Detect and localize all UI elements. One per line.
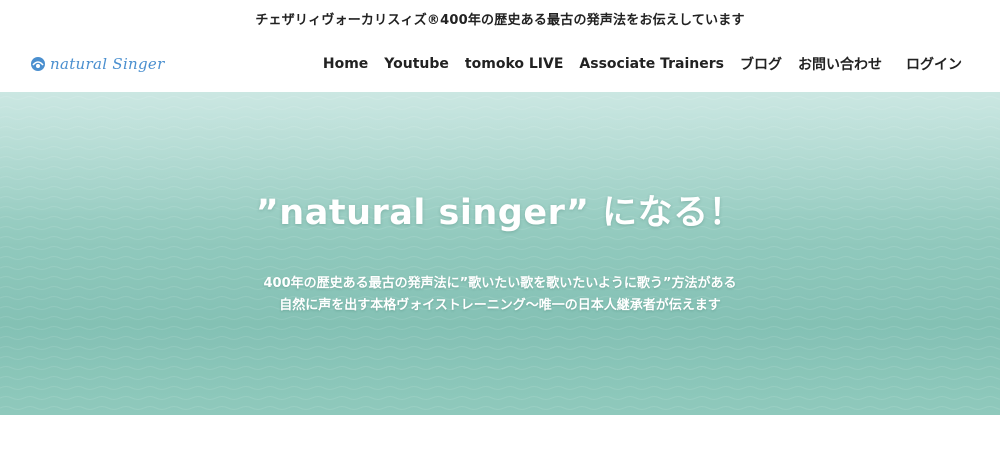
site-logo[interactable]: natural Singer [30,55,165,73]
hero-subtitle: 400年の歴史ある最古の発声法に”歌いたい歌を歌いたいように歌う”方法がある 自… [264,273,737,317]
hero-subtitle-line-1: 400年の歴史ある最古の発声法に”歌いたい歌を歌いたいように歌う”方法がある [263,276,737,291]
nav-contact[interactable]: お問い合わせ [798,54,882,74]
hero-subtitle-line-2: 自然に声を出す本格ヴォイストレーニング〜唯一の日本人継承者が伝えます [279,298,721,313]
logo-icon [31,57,45,71]
main-nav: Home Youtube tomoko LIVE Associate Train… [307,54,962,74]
logo-text: natural Singer [50,55,165,73]
hero-title: ”natural singer” になる！ [255,193,745,233]
announcement-text: チェザリィヴォーカリスィズ®400年の歴史ある最古の発声法をお伝えしています [255,12,745,28]
hero-section: ”natural singer” になる！ 400年の歴史ある最古の発声法に”歌… [0,92,1000,415]
site-header: natural Singer Home Youtube tomoko LIVE … [0,36,1000,92]
nav-associate-trainers[interactable]: Associate Trainers [579,56,724,72]
nav-login[interactable]: ログイン [906,54,962,74]
announcement-bar: チェザリィヴォーカリスィズ®400年の歴史ある最古の発声法をお伝えしています [0,0,1000,36]
nav-youtube[interactable]: Youtube [384,56,449,72]
hero-content: ”natural singer” になる！ 400年の歴史ある最古の発声法に”歌… [0,92,1000,415]
below-hero-area [0,415,1000,469]
nav-home[interactable]: Home [323,56,368,72]
nav-tomoko-live[interactable]: tomoko LIVE [465,56,563,72]
nav-blog[interactable]: ブログ [740,54,782,74]
